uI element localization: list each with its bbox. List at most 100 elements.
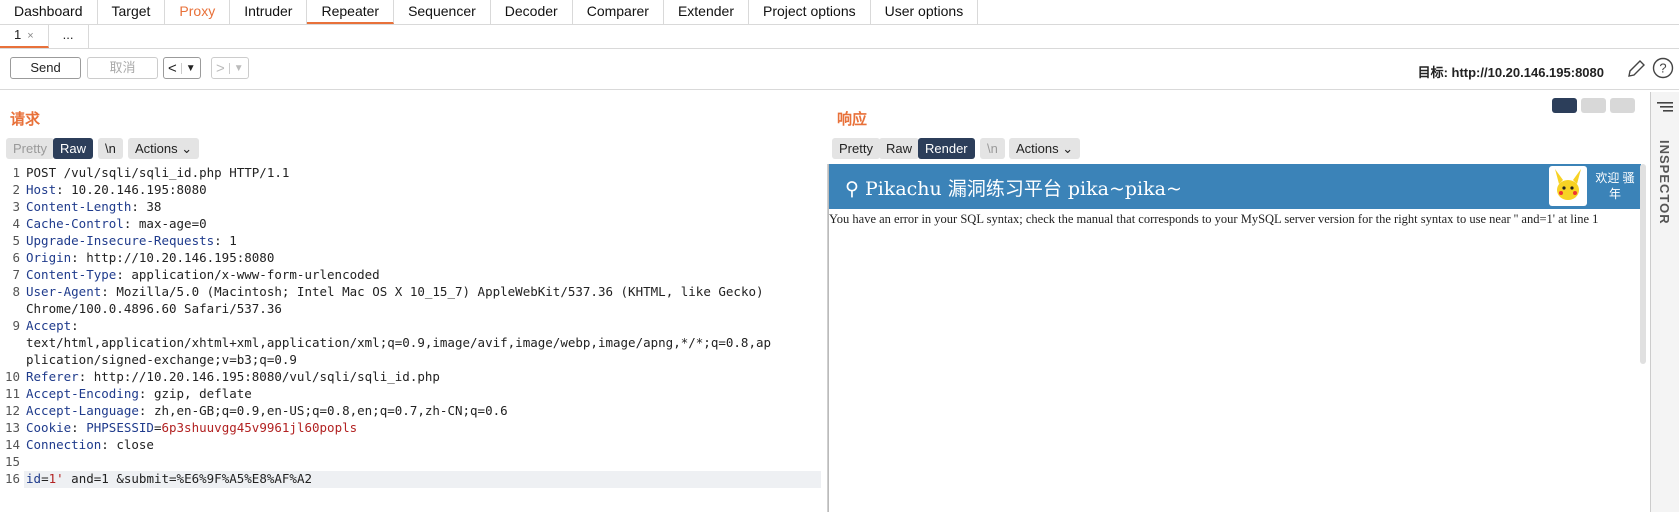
header-value: : gzip, deflate [138,386,252,401]
target-label: 目标: http://10.20.146.195:8080 [1417,65,1604,80]
key-icon: ⚲ [845,178,859,200]
line-number: 10 [4,369,20,384]
history-back-button[interactable]: < ▼ [163,57,201,79]
request-line[interactable]: 2 Host: 10.20.146.195:8080 [0,181,207,198]
line-number: 14 [4,437,20,452]
close-icon[interactable]: × [27,30,33,42]
layout-toggle-group [1552,98,1635,113]
line-number: 12 [4,403,20,418]
tab-repeater[interactable]: Repeater [307,0,395,24]
header-value: : application/x-www-form-urlencoded [116,267,380,282]
chevron-down-icon: ⌄ [1062,141,1074,156]
header-name: Origin [26,250,72,265]
header-name: Content-Type [26,267,117,282]
request-line[interactable]: 10 Referer: http://10.20.146.195:8080/vul… [0,368,440,385]
request-line[interactable]: 12 Accept-Language: zh,en-GB;q=0.9,en-US;… [0,402,508,419]
pencil-icon[interactable] [1626,59,1646,79]
request-line[interactable]: 7 Content-Type: application/x-www-form-ur… [0,266,380,283]
header-value: Chrome/100.0.4896.60 Safari/537.36 [26,301,282,316]
layout-stacked-icon[interactable] [1581,98,1606,113]
tab-dashboard[interactable]: Dashboard [0,0,98,24]
response-newline-toggle[interactable]: \n [980,138,1005,159]
header-value: : 10.20.146.195:8080 [56,182,207,197]
header-name: Accept-Encoding [26,386,139,401]
line-number: 5 [12,233,20,248]
repeater-toolbar: Send 取消 < ▼ > ▼ 目标: http://10.20.146.195:8… [0,49,1679,90]
request-actions-menu[interactable]: Actions ⌄ [128,138,200,159]
line-number: 15 [4,454,20,469]
send-button[interactable]: Send [10,57,81,79]
tab-target[interactable]: Target [98,0,166,24]
request-line[interactable]: 15 [0,453,26,470]
help-icon[interactable]: ? [1652,57,1674,79]
header-value: : close [101,437,154,452]
svg-text:?: ? [1659,61,1666,76]
header-name: Accept-Language [26,403,139,418]
request-line[interactable]: 11 Accept-Encoding: gzip, deflate [0,385,252,402]
request-editor[interactable]: 1 POST /vul/sqli/sqli_id.php HTTP/1.1 2 Hos… [0,164,826,512]
request-line[interactable]: Chrome/100.0.4896.60 Safari/537.36 [0,300,282,317]
menu-icon[interactable] [1657,100,1673,114]
repeater-tab-more[interactable]: ... [49,25,89,48]
request-line[interactable]: 3 Content-Length: 38 [0,198,161,215]
tab-project-options[interactable]: Project options [749,0,871,24]
header-name: Accept [26,318,72,333]
line-number: 11 [4,386,20,401]
chevron-down-icon: ▼ [228,62,248,74]
header-value: : http://10.20.146.195:8080/vul/sqli/sql… [78,369,440,384]
response-render-toggle[interactable]: Render [918,138,975,159]
request-newline-toggle[interactable]: \n [98,138,123,159]
tab-sequencer[interactable]: Sequencer [394,0,491,24]
sql-error-message: You have an error in your SQL syntax; ch… [829,212,1599,226]
header-value: : PHPSESSID=6p3shuuvgg45v9961jl60popls [71,420,358,435]
banner-title-text: Pikachu 漏洞练习平台 pika~pika~ [864,178,1182,200]
request-raw-toggle[interactable]: Raw [53,138,94,159]
tab-comparer[interactable]: Comparer [573,0,664,24]
line-number: 2 [12,182,20,197]
header-name: Upgrade-Insecure-Requests [26,233,215,248]
request-line[interactable]: 13 Cookie: PHPSESSID=6p3shuuvgg45v9961jl6… [0,419,357,436]
response-actions-menu[interactable]: Actions ⌄ [1009,138,1081,159]
response-pretty-toggle[interactable]: Pretty [832,138,880,159]
line-number: 1 [12,165,20,180]
line-number: 4 [12,216,20,231]
request-line[interactable]: 8 User-Agent: Mozilla/5.0 (Macintosh; Int… [0,283,763,300]
request-line[interactable]: 14 Connection: close [0,436,154,453]
history-forward-button[interactable]: > ▼ [211,57,249,79]
layout-side-by-side-icon[interactable] [1552,98,1577,113]
request-line[interactable]: 1 POST /vul/sqli/sqli_id.php HTTP/1.1 [0,164,289,181]
welcome-text: 欢迎 骚年 [1595,171,1635,201]
layout-tabs-icon[interactable] [1610,98,1635,113]
request-line[interactable]: 9 Accept: [0,317,79,334]
repeater-tab-1[interactable]: 1 × [0,25,49,48]
response-raw-toggle[interactable]: Raw [879,138,920,159]
tab-extender[interactable]: Extender [664,0,749,24]
header-value: : [71,318,79,333]
request-line[interactable]: plication/signed-exchange;v=b3;q=0.9 [0,351,297,368]
tab-proxy[interactable]: Proxy [165,0,231,24]
pikachu-avatar-icon [1555,169,1581,200]
request-title: 请求 [10,111,41,128]
tab-decoder[interactable]: Decoder [491,0,573,24]
request-line[interactable]: 6 Origin: http://10.20.146.195:8080 [0,249,274,266]
header-value: : http://10.20.146.195:8080 [71,250,275,265]
request-line[interactable]: 16 id=1' and=1 &submit=%E6%9F%A5%E8%AF%A2 [0,470,312,487]
header-name: User-Agent [26,284,102,299]
line-number: 6 [12,250,20,265]
response-scrollbar[interactable] [1640,164,1646,364]
request-pretty-toggle[interactable]: Pretty [6,138,54,159]
chevron-right-icon: > [216,59,225,77]
header-name: Host [26,182,57,197]
header-value: : zh,en-GB;q=0.9,en-US;q=0.8,en;q=0.7,zh… [138,403,508,418]
line-number: 16 [4,471,20,486]
response-render-view[interactable]: ⚲ Pikachu 漏洞练习平台 pika~pika~ 欢迎 骚年 You ha… [828,164,1641,512]
tab-intruder[interactable]: Intruder [230,0,308,24]
request-line[interactable]: 4 Cache-Control: max-age=0 [0,215,206,232]
line-number: 8 [12,284,20,299]
cancel-button[interactable]: 取消 [87,57,158,79]
avatar [1549,166,1587,206]
inspector-label: INSPECTOR [1657,140,1672,225]
tab-user-options[interactable]: User options [871,0,979,24]
request-line[interactable]: text/html,application/xhtml+xml,applicat… [0,334,771,351]
request-line[interactable]: 5 Upgrade-Insecure-Requests: 1 [0,232,236,249]
